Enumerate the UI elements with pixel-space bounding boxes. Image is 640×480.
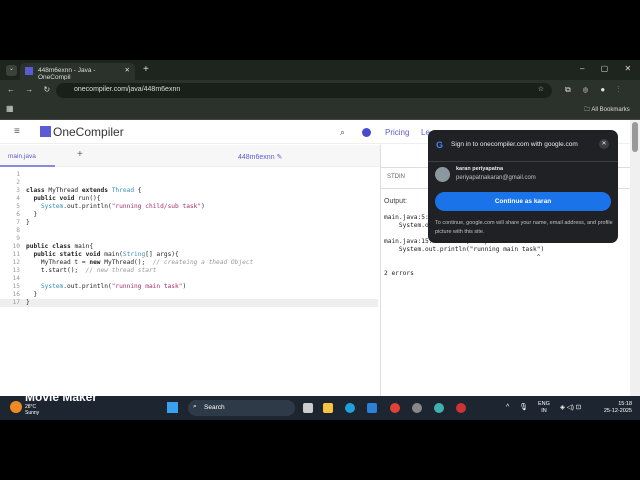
tab-title: 448m6exnn - Java - OneCompil [38, 67, 96, 81]
search-icon[interactable]: ⌕ [340, 127, 345, 138]
weather-desc: Sunny [25, 410, 40, 416]
stdin-label[interactable]: STDIN [387, 174, 405, 180]
chrome-profile-icon[interactable] [456, 403, 466, 413]
task-view-icon[interactable] [303, 403, 313, 413]
project-name[interactable]: 448m6exnn ✎ [238, 153, 282, 161]
line-number: 14 [12, 275, 20, 282]
start-button[interactable] [167, 402, 178, 413]
line-number: 8 [16, 227, 20, 234]
new-tab-button[interactable]: + [143, 64, 149, 75]
code-line[interactable]: t.start(); // new thread start [26, 267, 157, 274]
line-number: 17 [12, 299, 20, 306]
logo[interactable]: OneCompiler [40, 125, 124, 139]
weather-icon [10, 401, 22, 413]
close-tab-icon[interactable]: ✕ [125, 66, 130, 74]
star-icon[interactable]: ☆ [538, 85, 544, 93]
code-line[interactable]: public static void main(String[] args){ [26, 251, 178, 258]
browser-tab[interactable]: 448m6exnn - Java - OneCompil ✕ [20, 63, 135, 81]
store-icon[interactable] [367, 403, 377, 413]
taskbar: Movie Maker 28°C Sunny ⌕ Search ^ 🎙 ENG IN… [0, 390, 640, 420]
address-bar[interactable]: onecompiler.com/java/448m6exnn ☆ [56, 83, 552, 98]
line-number: 4 [16, 195, 20, 202]
code-line[interactable]: } [26, 291, 37, 298]
window-controls[interactable]: – ▢ ✕ [580, 64, 631, 73]
google-icon: G [436, 140, 444, 150]
line-number: 10 [12, 243, 20, 250]
apps-icon[interactable]: ▦ [6, 104, 14, 113]
avatar [435, 167, 450, 182]
code-editor[interactable]: 1 2 3 class MyThread extends Thread {4 publ… [0, 168, 378, 396]
continue-button[interactable]: Continue as karan [435, 192, 611, 211]
line-number: 1 [16, 171, 20, 178]
code-line[interactable]: } [26, 299, 30, 306]
code-line[interactable]: MyThread t = new MyThread(); // createin… [26, 259, 253, 266]
app-icon-2[interactable] [434, 403, 444, 413]
code-line[interactable]: System.out.println("running child/sub ta… [26, 203, 205, 210]
account-name: karan periyapatna [456, 166, 504, 172]
code-line[interactable]: } [26, 219, 30, 226]
watermark: Movie Maker [25, 390, 98, 404]
account-email: periyapatnakaran@gmail.com [456, 175, 536, 181]
extension-icons[interactable]: ⧉ ⊛ ● ⋮ [565, 85, 619, 95]
line-number: 2 [16, 179, 20, 186]
favicon-icon [25, 67, 33, 75]
taskbar-search[interactable]: ⌕ Search [188, 400, 295, 416]
watermark-small: Created with [26, 381, 66, 388]
edge-icon[interactable] [345, 403, 355, 413]
url-text: onecompiler.com/java/448m6exnn [74, 86, 181, 93]
chrome-icon[interactable] [390, 403, 400, 413]
code-line[interactable]: class MyThread extends Thread { [26, 187, 142, 194]
popup-title: Sign in to onecompiler.com with google.c… [451, 141, 578, 148]
nav-buttons[interactable]: ← → ↻ [7, 85, 50, 94]
theme-toggle-icon[interactable] [362, 128, 371, 137]
code-line[interactable]: public void run(){ [26, 195, 100, 202]
line-number: 9 [16, 235, 20, 242]
google-signin-popup: G Sign in to onecompiler.com with google… [428, 130, 618, 243]
bookmarks-bar [0, 101, 640, 120]
all-bookmarks[interactable]: 🗀 All Bookmarks [584, 105, 630, 115]
code-line[interactable]: System.out.println("running main task") [26, 283, 186, 290]
file-explorer-icon[interactable] [323, 403, 333, 413]
add-file-button[interactable]: + [77, 149, 83, 160]
line-number: 15 [12, 283, 20, 290]
close-icon[interactable]: ✕ [599, 139, 609, 149]
line-number: 16 [12, 291, 20, 298]
code-line[interactable]: } [26, 211, 37, 218]
network-volume-battery[interactable]: ◈ ◁) ⊡ [560, 403, 581, 411]
language-indicator[interactable]: ENG IN [538, 401, 550, 415]
nav-pricing[interactable]: Pricing [385, 128, 409, 137]
tray-icons[interactable]: ^ 🎙 [506, 403, 528, 411]
scrollbar[interactable] [630, 120, 640, 396]
line-number: 12 [12, 259, 20, 266]
line-number: 11 [12, 251, 20, 258]
line-number: 13 [12, 267, 20, 274]
file-bar [0, 145, 380, 167]
tab-search-button[interactable]: ⌄ [6, 65, 17, 76]
search-icon: ⌕ [193, 403, 197, 410]
output-label: Output: [384, 198, 407, 205]
clock[interactable]: 15:18 25-12-2025 [598, 401, 632, 415]
active-line [0, 299, 378, 307]
line-number: 6 [16, 211, 20, 218]
line-number: 3 [16, 187, 20, 194]
line-number: 7 [16, 219, 20, 226]
active-tab-indicator [0, 165, 55, 167]
file-tab-main-java[interactable]: main.java [8, 153, 36, 160]
line-number: 5 [16, 203, 20, 210]
app-icon[interactable] [412, 403, 422, 413]
menu-icon[interactable]: ≡ [14, 126, 20, 137]
code-line[interactable]: public class main{ [26, 243, 93, 250]
popup-notice: To continue, google.com will share your … [435, 220, 613, 235]
